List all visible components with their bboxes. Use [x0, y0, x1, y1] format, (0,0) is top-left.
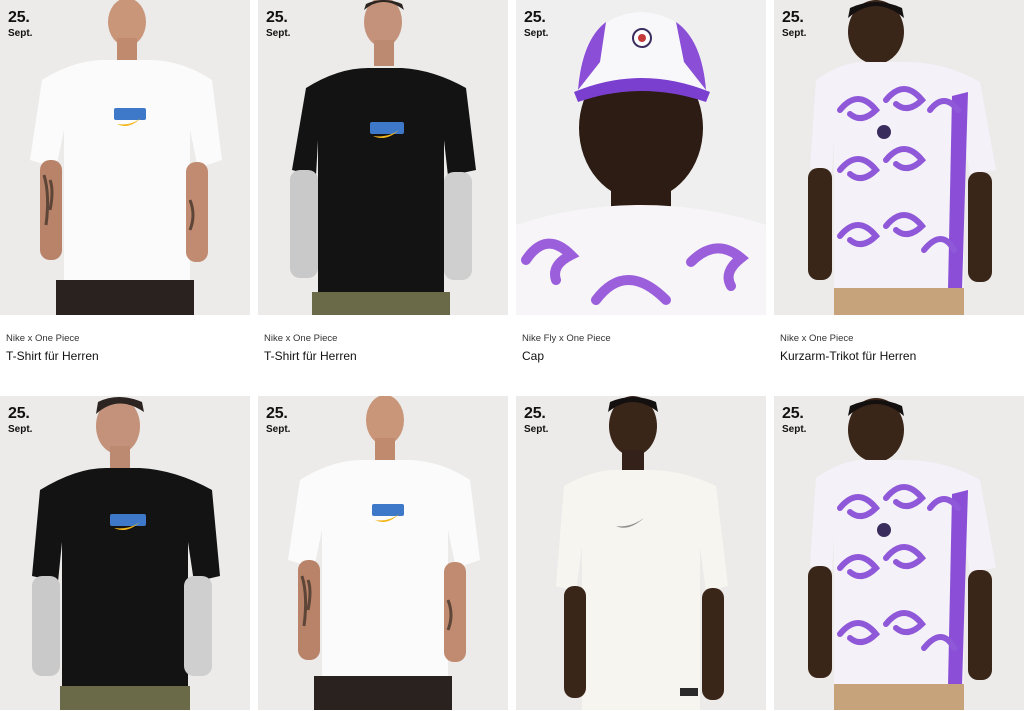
release-day: 25.	[524, 405, 546, 422]
product-image[interactable]: 25. Sept.	[516, 396, 766, 710]
product-info: Nike Fly x One Piece Cap	[516, 315, 766, 364]
product-name[interactable]: T-Shirt für Herren	[264, 348, 508, 364]
product-image[interactable]: 25. Sept.	[0, 396, 250, 710]
black-tee-model-image	[258, 0, 508, 315]
product-card[interactable]: 25. Sept.	[0, 396, 250, 710]
release-date: 25. Sept.	[782, 406, 806, 435]
black-tee-model-image	[0, 396, 250, 710]
product-info: Nike x One Piece T-Shirt für Herren	[0, 315, 250, 364]
product-card[interactable]: 25. Sept.	[516, 396, 766, 710]
release-month: Sept.	[8, 424, 33, 435]
offwhite-tee-model-image	[516, 396, 766, 710]
release-day: 25.	[524, 9, 546, 26]
release-month: Sept.	[524, 28, 549, 39]
release-day: 25.	[266, 405, 288, 422]
product-name[interactable]: Kurzarm-Trikot für Herren	[780, 348, 1024, 364]
product-card[interactable]: 25. Sept. Nike x One Piece T-Shirt für H…	[258, 0, 508, 364]
release-day: 25.	[782, 9, 804, 26]
release-day: 25.	[266, 9, 288, 26]
product-subtitle: Nike x One Piece	[6, 333, 80, 344]
release-month: Sept.	[266, 424, 291, 435]
white-tee-model-image	[258, 396, 508, 710]
product-image[interactable]: 25. Sept.	[0, 0, 250, 315]
product-image[interactable]: 25. Sept.	[258, 396, 508, 710]
product-subtitle: Nike x One Piece	[264, 333, 338, 344]
product-grid: 25. Sept. Nike x One Piece T-Shirt für H…	[0, 0, 1024, 711]
release-month: Sept.	[266, 28, 291, 39]
release-month: Sept.	[782, 28, 807, 39]
release-month: Sept.	[524, 424, 549, 435]
release-day: 25.	[782, 405, 804, 422]
cap-model-image	[516, 0, 766, 315]
product-card[interactable]: 25. Sept.	[258, 396, 508, 710]
product-info: Nike x One Piece Kurzarm-Trikot für Herr…	[774, 315, 1024, 364]
product-card[interactable]: 25. Sept. Nike Fly x One Piece Cap	[516, 0, 766, 364]
product-image[interactable]: 25. Sept.	[516, 0, 766, 315]
product-card[interactable]: 25. Sept.	[774, 396, 1024, 710]
product-subtitle: Nike Fly x One Piece	[522, 333, 611, 344]
product-info: Nike x One Piece T-Shirt für Herren	[258, 315, 508, 364]
release-day: 25.	[8, 9, 30, 26]
product-card[interactable]: 25. Sept. Nike x One Piece Kurzarm-Triko…	[774, 0, 1024, 364]
release-month: Sept.	[782, 424, 807, 435]
product-image[interactable]: 25. Sept.	[774, 396, 1024, 710]
product-subtitle: Nike x One Piece	[780, 333, 854, 344]
product-image[interactable]: 25. Sept.	[774, 0, 1024, 315]
product-name[interactable]: T-Shirt für Herren	[6, 348, 250, 364]
release-month: Sept.	[8, 28, 33, 39]
product-name[interactable]: Cap	[522, 348, 766, 364]
jersey-model-image	[774, 396, 1024, 710]
release-date: 25. Sept.	[524, 10, 548, 39]
release-date: 25. Sept.	[782, 10, 806, 39]
release-day: 25.	[8, 405, 30, 422]
release-date: 25. Sept.	[8, 10, 32, 39]
white-tee-model-image	[0, 0, 250, 315]
product-image[interactable]: 25. Sept.	[258, 0, 508, 315]
release-date: 25. Sept.	[8, 406, 32, 435]
release-date: 25. Sept.	[524, 406, 548, 435]
release-date: 25. Sept.	[266, 10, 290, 39]
jersey-model-image	[774, 0, 1024, 315]
product-card[interactable]: 25. Sept. Nike x One Piece T-Shirt für H…	[0, 0, 250, 364]
release-date: 25. Sept.	[266, 406, 290, 435]
